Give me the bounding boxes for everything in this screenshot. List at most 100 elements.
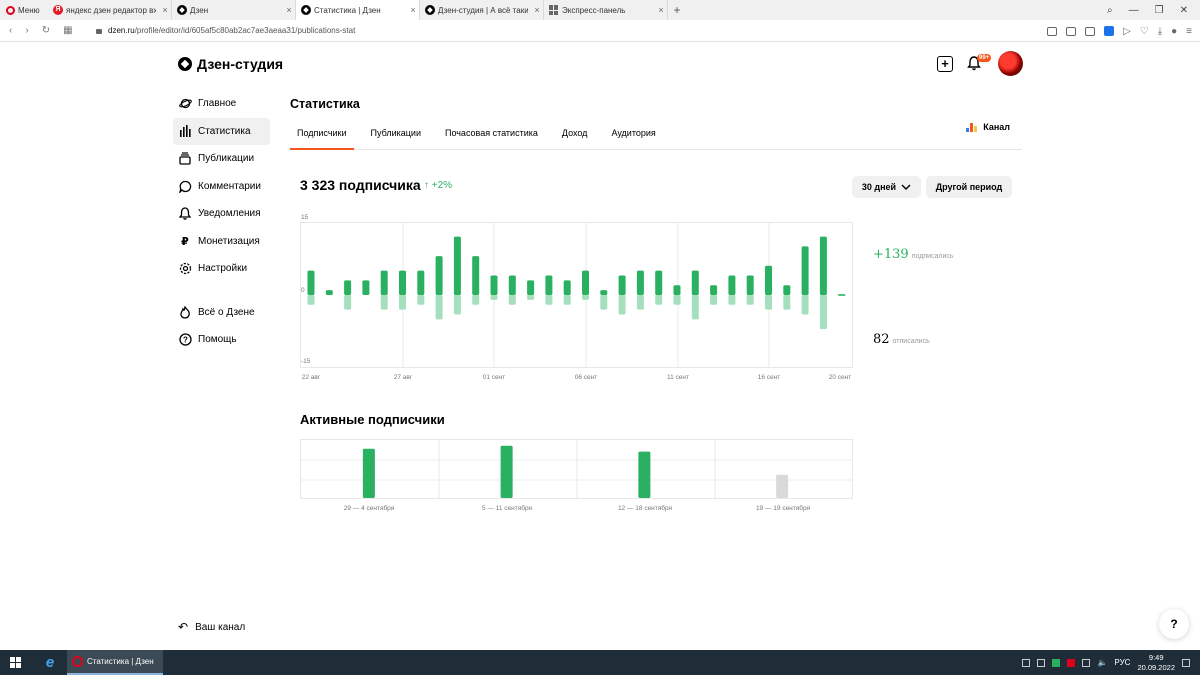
bar-subscribed: [399, 270, 406, 295]
close-tab-icon[interactable]: ×: [655, 5, 667, 15]
reload-icon[interactable]: ↻: [42, 25, 50, 36]
week-label: 29 — 4 сентября: [343, 505, 395, 512]
tab-audience[interactable]: Аудитория: [604, 117, 662, 149]
download-icon[interactable]: ⤓: [1158, 26, 1162, 37]
bar-subscribed: [380, 270, 388, 295]
help-icon: ?: [178, 333, 192, 347]
add-publication-button[interactable]: +: [937, 56, 953, 72]
camera-icon[interactable]: [1066, 26, 1077, 36]
logo[interactable]: Дзен-студия: [178, 56, 283, 72]
sidebar-item-settings[interactable]: Настройки: [173, 255, 270, 283]
network-icon[interactable]: [1082, 658, 1091, 667]
sidebar-item-main[interactable]: Главное: [173, 90, 270, 118]
minimize-icon[interactable]: —: [1129, 5, 1139, 16]
channel-selector[interactable]: Канал: [966, 122, 1010, 132]
bar-subscribed: [563, 280, 571, 295]
language-indicator[interactable]: РУС: [1114, 658, 1130, 667]
sidebar-item-help[interactable]: ? Помощь: [173, 326, 270, 354]
bar-unsubscribed: [728, 295, 736, 305]
browser-tab[interactable]: Экспресс-панель ×: [544, 0, 668, 20]
browser-menu-button[interactable]: Меню: [0, 5, 48, 15]
active-bar: [500, 445, 513, 498]
address-bar-tools: ▷ ♡ ⤓ ● ≡: [1047, 20, 1192, 42]
help-button[interactable]: ?: [1159, 609, 1189, 639]
bar-unsubscribed: [344, 295, 352, 310]
cube-icon[interactable]: [1085, 26, 1096, 36]
menu-icon[interactable]: ≡: [1186, 26, 1192, 37]
back-icon[interactable]: ‹: [9, 25, 12, 36]
sidebar-item-stats[interactable]: Статистика: [173, 117, 270, 145]
clock[interactable]: 9:49 20.09.2022: [1137, 653, 1175, 673]
bar-unsubscribed: [453, 295, 461, 315]
close-tab-icon[interactable]: ×: [531, 5, 543, 15]
browser-tab[interactable]: Дзен ×: [172, 0, 296, 20]
bar-unsubscribed: [819, 295, 827, 330]
bar-subscribed: [765, 265, 772, 295]
channel-chart-icon: [966, 122, 978, 132]
bar-subscribed: [838, 294, 846, 296]
forward-icon[interactable]: ›: [25, 25, 28, 36]
profile-icon[interactable]: ●: [1171, 26, 1177, 37]
active-bar: [776, 474, 789, 498]
svg-text:?: ?: [183, 336, 188, 345]
close-tab-icon[interactable]: ×: [283, 5, 295, 15]
avatar[interactable]: [998, 51, 1023, 76]
notifications-center-icon[interactable]: [1182, 658, 1190, 667]
bar-subscribed: [600, 290, 608, 295]
sidebar-item-notifications[interactable]: Уведомления: [173, 200, 270, 228]
ie-icon[interactable]: e: [35, 654, 65, 671]
bar-subscribed: [344, 280, 352, 295]
tab-publications[interactable]: Публикации: [364, 117, 428, 149]
volume-icon[interactable]: 🔈: [1097, 658, 1107, 667]
browser-tab-active[interactable]: Статистика | Дзен ×: [296, 0, 420, 20]
sidebar-item-publications[interactable]: Публикации: [173, 145, 270, 173]
vpn-icon[interactable]: [1104, 26, 1115, 36]
sidebar-item-comments[interactable]: Комментарии: [173, 173, 270, 201]
send-icon[interactable]: ▷: [1123, 26, 1131, 37]
browser-tab[interactable]: Я яндекс дзен редактор вход ×: [48, 0, 172, 20]
heart-icon[interactable]: ♡: [1140, 26, 1149, 37]
sidebar-item-monetization[interactable]: ₽ Монетизация: [173, 228, 270, 256]
close-tab-icon[interactable]: ×: [159, 5, 171, 15]
browser-tab[interactable]: Дзен-студия | А всё таки з ×: [420, 0, 544, 20]
bar-subscribed: [490, 275, 498, 295]
bar-unsubscribed: [527, 295, 535, 300]
tab-income[interactable]: Доход: [555, 117, 595, 149]
x-tick-label: 01 сент: [482, 374, 506, 381]
close-tab-icon[interactable]: ×: [407, 5, 419, 15]
stats-icon: [178, 124, 192, 138]
week-label: 5 — 11 сентября: [481, 505, 533, 512]
tab-hourly[interactable]: Почасовая статистика: [438, 117, 545, 149]
x-tick-label: 27 авг: [393, 374, 413, 381]
start-button[interactable]: [0, 657, 30, 668]
page-title: Статистика: [290, 97, 360, 111]
fire-icon: [178, 305, 192, 319]
edit-icon[interactable]: [1047, 26, 1058, 36]
your-channel-link[interactable]: ↶ Ваш канал: [178, 620, 245, 634]
tray-icon[interactable]: [1067, 658, 1076, 667]
restore-icon[interactable]: ❐: [1155, 5, 1164, 16]
close-window-icon[interactable]: ✕: [1180, 5, 1188, 16]
tray-icon[interactable]: [1037, 658, 1046, 667]
other-period-button[interactable]: Другой период: [926, 176, 1012, 198]
bar-unsubscribed: [399, 295, 406, 310]
period-dropdown[interactable]: 30 дней: [852, 176, 921, 198]
search-tabs-icon[interactable]: ⌕: [1107, 5, 1113, 16]
taskbar-opera-window[interactable]: Статистика | Дзен: [67, 650, 163, 675]
system-tray: 🔈 РУС 9:49 20.09.2022: [1022, 650, 1200, 675]
bar-subscribed: [453, 236, 461, 295]
tray-icon[interactable]: [1022, 658, 1031, 667]
comment-icon: [178, 179, 192, 193]
window-controls: ⌕ — ❐ ✕: [1107, 0, 1200, 20]
bar-unsubscribed: [783, 295, 791, 310]
taskbar: e Статистика | Дзен 🔈 РУС 9:49 20.09.2022: [0, 650, 1200, 675]
tab-subscribers[interactable]: Подписчики: [290, 117, 354, 150]
new-tab-button[interactable]: +: [668, 3, 682, 17]
sidebar-item-about[interactable]: Всё о Дзене: [173, 299, 270, 327]
tabs-grid-icon[interactable]: ▦: [63, 25, 72, 36]
url-field[interactable]: dzen.ru/profile/editor/id/605af5c80ab2ac…: [108, 26, 355, 35]
bar-subscribed: [618, 275, 626, 295]
tray-icon[interactable]: [1052, 658, 1061, 667]
ruble-icon: ₽: [181, 235, 189, 248]
dzen-logo-icon: [178, 57, 192, 71]
